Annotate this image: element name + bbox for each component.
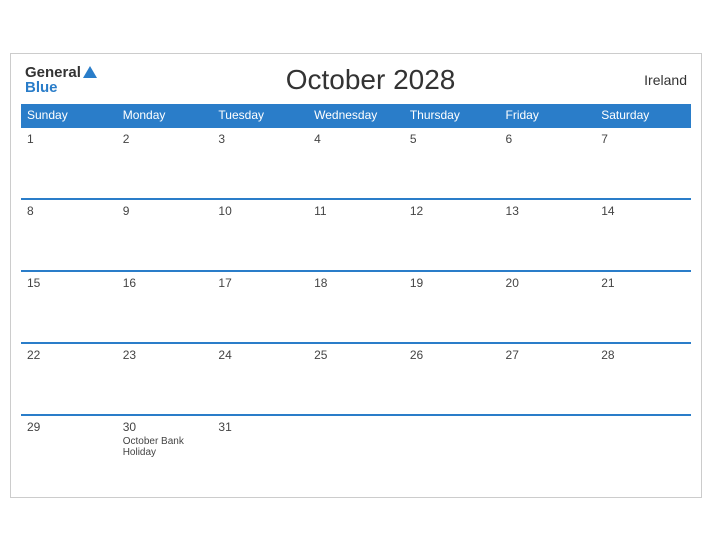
calendar-day-cell: 27 — [500, 343, 596, 415]
header-tuesday: Tuesday — [212, 104, 308, 127]
calendar-day-cell: 28 — [595, 343, 691, 415]
calendar-header: General Blue October 2028 Ireland — [21, 64, 691, 96]
calendar-day-cell: 6 — [500, 127, 596, 199]
calendar-day-cell: 2 — [117, 127, 213, 199]
day-number: 21 — [601, 276, 685, 290]
calendar-day-cell: 7 — [595, 127, 691, 199]
calendar-day-cell: 11 — [308, 199, 404, 271]
day-number: 24 — [218, 348, 302, 362]
calendar-day-cell: 3 — [212, 127, 308, 199]
day-number: 5 — [410, 132, 494, 146]
day-number: 20 — [506, 276, 590, 290]
header-friday: Friday — [500, 104, 596, 127]
calendar-day-cell — [500, 415, 596, 487]
header-wednesday: Wednesday — [308, 104, 404, 127]
calendar-week-row: 89 10 11 12 13 14 — [21, 199, 691, 271]
day-number: 10 — [218, 204, 302, 218]
header-sunday: Sunday — [21, 104, 117, 127]
day-number: 15 — [27, 276, 111, 290]
calendar-day-cell — [595, 415, 691, 487]
country-label: Ireland — [644, 72, 687, 88]
calendar-day-cell: 19 — [404, 271, 500, 343]
weekday-header-row: Sunday Monday Tuesday Wednesday Thursday… — [21, 104, 691, 127]
calendar-day-cell: 30 October Bank Holiday — [117, 415, 213, 487]
calendar-day-cell: 31 — [212, 415, 308, 487]
calendar-day-cell: 1 — [21, 127, 117, 199]
header-thursday: Thursday — [404, 104, 500, 127]
day-number: 11 — [314, 204, 398, 218]
calendar-day-cell: 14 — [595, 199, 691, 271]
day-number: 2 — [123, 132, 207, 146]
day-number: 16 — [123, 276, 207, 290]
day-number: 19 — [410, 276, 494, 290]
calendar-container: General Blue October 2028 Ireland Sunday… — [10, 53, 702, 498]
calendar-day-cell: 15 — [21, 271, 117, 343]
calendar-day-cell: 5 — [404, 127, 500, 199]
calendar-day-cell: 20 — [500, 271, 596, 343]
header-monday: Monday — [117, 104, 213, 127]
day-number: 13 — [506, 204, 590, 218]
calendar-day-cell: 8 — [21, 199, 117, 271]
month-title: October 2028 — [286, 64, 456, 96]
calendar-day-cell: 9 — [117, 199, 213, 271]
calendar-day-cell: 18 — [308, 271, 404, 343]
day-number: 17 — [218, 276, 302, 290]
calendar-day-cell: 24 — [212, 343, 308, 415]
day-number: 23 — [123, 348, 207, 362]
calendar-week-row: 1234567 — [21, 127, 691, 199]
calendar-day-cell — [308, 415, 404, 487]
calendar-day-cell: 17 — [212, 271, 308, 343]
day-number: 4 — [314, 132, 398, 146]
day-number: 7 — [601, 132, 685, 146]
day-number: 30 — [123, 420, 207, 434]
logo-triangle-icon — [83, 66, 97, 78]
day-number: 27 — [506, 348, 590, 362]
day-number: 6 — [506, 132, 590, 146]
calendar-day-cell: 16 — [117, 271, 213, 343]
day-number: 12 — [410, 204, 494, 218]
day-number: 3 — [218, 132, 302, 146]
calendar-day-cell: 29 — [21, 415, 117, 487]
day-event: October Bank Holiday — [123, 436, 207, 458]
day-number: 14 — [601, 204, 685, 218]
day-number: 29 — [27, 420, 111, 434]
day-number: 1 — [27, 132, 111, 146]
header-saturday: Saturday — [595, 104, 691, 127]
day-number: 31 — [218, 420, 302, 434]
calendar-day-cell: 10 — [212, 199, 308, 271]
calendar-week-row: 22 23 24 25 26 27 28 — [21, 343, 691, 415]
day-number: 9 — [123, 204, 207, 218]
calendar-day-cell — [404, 415, 500, 487]
calendar-day-cell: 25 — [308, 343, 404, 415]
logo-general-text: General — [25, 65, 81, 80]
day-number: 18 — [314, 276, 398, 290]
calendar-day-cell: 4 — [308, 127, 404, 199]
calendar-day-cell: 26 — [404, 343, 500, 415]
calendar-day-cell: 13 — [500, 199, 596, 271]
calendar-week-row: 15 16 17 18 19 20 21 — [21, 271, 691, 343]
calendar-table: Sunday Monday Tuesday Wednesday Thursday… — [21, 104, 691, 487]
day-number: 28 — [601, 348, 685, 362]
day-number: 8 — [27, 204, 111, 218]
day-number: 22 — [27, 348, 111, 362]
logo-blue-text: Blue — [25, 80, 58, 95]
calendar-day-cell: 12 — [404, 199, 500, 271]
day-number: 25 — [314, 348, 398, 362]
calendar-day-cell: 21 — [595, 271, 691, 343]
logo: General Blue — [25, 65, 97, 95]
calendar-day-cell: 23 — [117, 343, 213, 415]
calendar-week-row: 29 30 October Bank Holiday 31 — [21, 415, 691, 487]
day-number: 26 — [410, 348, 494, 362]
calendar-day-cell: 22 — [21, 343, 117, 415]
